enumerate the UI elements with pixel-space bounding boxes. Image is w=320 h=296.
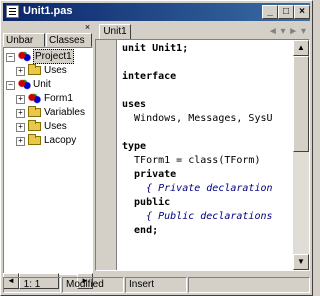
minimize-button[interactable]: _	[262, 5, 278, 19]
project-icon	[18, 51, 31, 62]
editor-window: Unit1.pas _ □ × × Unbar Classes − Projec…	[0, 0, 313, 296]
folder-icon	[28, 64, 41, 75]
scroll-thumb[interactable]	[293, 56, 309, 152]
tree-node-label: Uses	[44, 121, 67, 132]
code-line: private	[122, 169, 177, 180]
status-panel	[188, 277, 310, 293]
insert-mode-indicator: Insert	[125, 277, 187, 293]
collapse-icon[interactable]: −	[6, 81, 15, 90]
code-line: unit Unit1;	[122, 43, 189, 54]
tree-node-label: Unit	[33, 79, 51, 90]
tree-node-variables[interactable]: + Variables	[6, 106, 90, 119]
scroll-up-button[interactable]: ▲	[293, 40, 309, 56]
title-bar[interactable]: Unit1.pas _ □ ×	[3, 3, 310, 21]
expand-icon[interactable]: +	[16, 67, 25, 76]
explorer-tree: − Project1 + Uses − Unit + Form1 + Varia…	[3, 47, 93, 275]
navigation-arrows-icon[interactable]: ◄ ▾ ► ▾	[268, 26, 306, 37]
code-explorer-panel: × Unbar Classes − Project1 + Uses − Unit	[3, 23, 93, 289]
code-line: { Public declarations	[122, 211, 273, 222]
code-line: type	[122, 141, 147, 152]
form-icon	[28, 93, 41, 104]
code-line: uses	[122, 99, 147, 110]
scroll-down-button[interactable]: ▼	[293, 254, 309, 270]
editor-gutter	[96, 40, 117, 270]
tab-unbar[interactable]: Unbar	[3, 33, 45, 47]
folder-icon	[28, 134, 41, 145]
folder-icon	[28, 120, 41, 131]
tree-node-lacopy[interactable]: + Lacopy	[6, 134, 90, 147]
maximize-button[interactable]: □	[278, 5, 294, 19]
code-line: { Private declaration	[122, 183, 273, 194]
tree-node-label: Form1	[44, 93, 73, 104]
tree-node-label: Lacopy	[44, 135, 77, 146]
tree-node-uses[interactable]: + Uses	[6, 120, 90, 133]
expand-icon[interactable]: +	[16, 137, 25, 146]
unit-icon	[18, 79, 31, 90]
editor-vertical-scrollbar[interactable]: ▲ ▼	[293, 40, 309, 270]
code-line: interface	[122, 71, 177, 82]
tree-node-form1[interactable]: + Form1	[6, 92, 90, 105]
code-line: public	[122, 197, 171, 208]
code-lines: unit Unit1; interface uses Windows, Mess…	[122, 42, 273, 236]
collapse-icon[interactable]: −	[6, 53, 15, 62]
tree-node-unit[interactable]: − Unit	[6, 78, 90, 91]
tree-node-label: Project1	[33, 49, 74, 64]
tab-classes[interactable]: Classes	[46, 33, 92, 47]
cursor-position: 1: 1	[3, 277, 61, 293]
explorer-tabs: Unbar Classes	[3, 33, 93, 47]
code-line: end;	[122, 225, 159, 236]
folder-icon	[28, 106, 41, 117]
expand-icon[interactable]: +	[16, 109, 25, 118]
status-bar: 1: 1 Modified Insert	[3, 277, 310, 293]
code-editor[interactable]: unit Unit1; interface uses Windows, Mess…	[95, 39, 310, 271]
tree-node-label: Uses	[44, 65, 67, 76]
expand-icon[interactable]: +	[16, 95, 25, 104]
document-icon	[6, 5, 19, 18]
tree-node-label: Variables	[44, 107, 85, 118]
window-title: Unit1.pas	[23, 5, 73, 17]
code-line: Windows, Messages, SysU	[122, 113, 273, 124]
editor-tab-strip: Unit1 ◄ ▾ ► ▾	[95, 23, 310, 41]
code-line: TForm1 = class(TForm)	[122, 155, 261, 166]
close-button[interactable]: ×	[294, 5, 310, 19]
tree-node-project1[interactable]: − Project1	[6, 49, 90, 64]
modified-indicator: Modified	[62, 277, 124, 293]
expand-icon[interactable]: +	[16, 123, 25, 132]
tree-node-uses[interactable]: + Uses	[6, 64, 90, 77]
close-icon[interactable]: ×	[83, 23, 92, 32]
